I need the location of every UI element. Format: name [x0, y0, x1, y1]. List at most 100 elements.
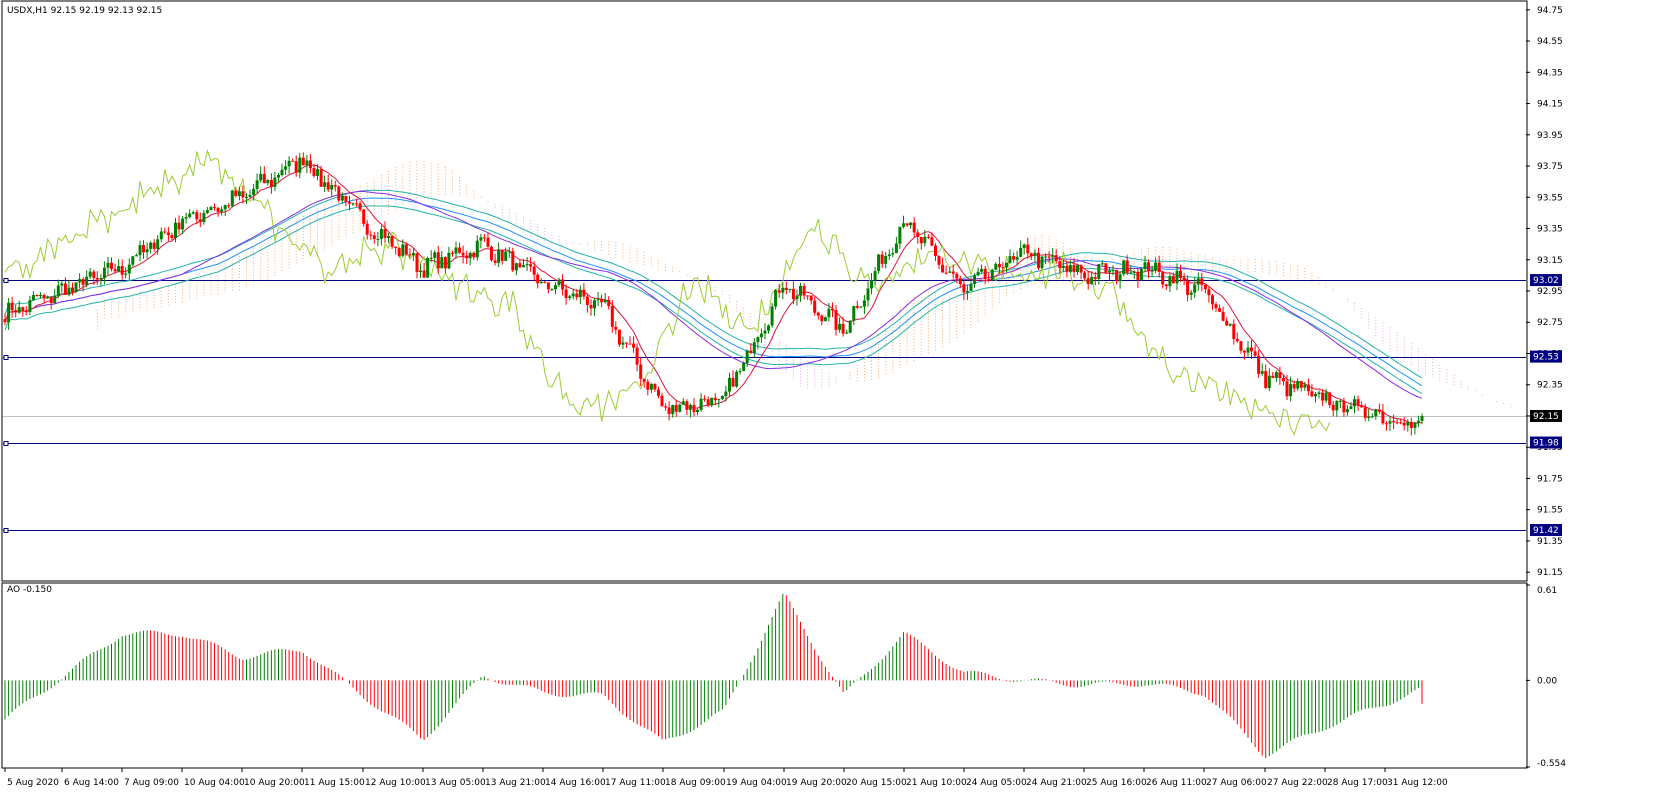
candle — [831, 302, 834, 317]
candle-body — [916, 232, 920, 237]
candle — [21, 306, 25, 317]
candle-body — [1193, 284, 1197, 293]
candle — [625, 342, 628, 348]
candle — [1235, 332, 1239, 343]
price-tick-label: 93.95 — [1537, 131, 1563, 141]
level-handle[interactable] — [3, 441, 9, 446]
candle-body — [1019, 248, 1023, 257]
candle — [1139, 266, 1143, 281]
candle-body — [1154, 262, 1158, 271]
candle — [28, 295, 32, 315]
candle-body — [202, 213, 206, 222]
candle — [394, 246, 398, 255]
candle-body — [671, 405, 675, 415]
candle — [557, 277, 561, 287]
time-tick-label: 5 Aug 2020 — [7, 778, 59, 788]
candle — [1338, 399, 1342, 409]
candle-body — [632, 343, 636, 348]
candle — [88, 268, 92, 279]
candle-body — [472, 252, 476, 258]
candle-body — [1388, 421, 1392, 424]
candle — [823, 316, 827, 322]
candle — [660, 392, 664, 407]
candle — [550, 288, 554, 291]
candle-body — [280, 169, 284, 175]
candle — [1200, 272, 1204, 292]
candle — [202, 210, 206, 225]
level-handle[interactable] — [3, 528, 9, 533]
candle-body — [720, 396, 724, 399]
candle — [458, 242, 462, 255]
candle-body — [1395, 422, 1399, 424]
level-tag: 92.53 — [1530, 350, 1562, 363]
candle — [35, 294, 39, 297]
candle — [326, 174, 330, 192]
candle-body — [1271, 375, 1275, 378]
candle — [759, 328, 763, 343]
candle — [1161, 271, 1165, 289]
candle — [1310, 384, 1314, 398]
candle-body — [401, 244, 405, 256]
candle-body — [614, 326, 618, 330]
candle-body — [873, 271, 877, 281]
candle — [490, 245, 493, 262]
candle-body — [859, 306, 863, 308]
candle-body — [60, 283, 64, 286]
candle-body — [145, 249, 149, 253]
time-tick-label: 14 Aug 16:00 — [545, 778, 606, 788]
candle — [42, 293, 46, 304]
candle-body — [1221, 311, 1225, 321]
candle — [728, 372, 731, 397]
time-tick-label: 28 Aug 17:00 — [1327, 778, 1388, 788]
time-tick-label: 24 Aug 05:00 — [966, 778, 1027, 788]
candle-body — [703, 398, 707, 400]
candle — [671, 404, 675, 418]
candle — [980, 264, 984, 274]
main-panel-frame — [1, 0, 1528, 582]
candle — [788, 288, 792, 293]
candle — [1306, 378, 1310, 396]
candle-body — [440, 257, 444, 269]
candle — [763, 323, 767, 339]
candle-body — [255, 180, 259, 189]
candle — [738, 368, 742, 375]
candle-body — [1289, 384, 1293, 397]
candle-body — [475, 240, 479, 258]
level-tag: 91.98 — [1530, 436, 1562, 449]
candle — [873, 266, 877, 286]
candle — [529, 257, 533, 272]
candle — [1218, 304, 1222, 312]
candle — [536, 272, 540, 289]
candle — [440, 251, 444, 269]
candle — [237, 186, 241, 201]
candle-body — [28, 300, 32, 312]
time-axis: 5 Aug 2020 6 Aug 14:00 7 Aug 09:00 10 Aug 0… — [4, 768, 1448, 788]
candle-body — [95, 277, 99, 280]
candle-body — [813, 300, 817, 313]
candle — [266, 179, 270, 186]
candle-body — [134, 255, 138, 257]
candle-body — [1090, 277, 1094, 285]
candle — [269, 173, 273, 194]
candle — [983, 265, 987, 284]
candle-body — [987, 279, 991, 281]
candle-body — [777, 290, 781, 293]
price-tick-label: 91.35 — [1537, 537, 1563, 547]
candle-body — [277, 175, 280, 178]
candle-body — [99, 278, 103, 280]
candle-body — [802, 286, 806, 296]
candle-body — [1065, 265, 1069, 272]
candle-body — [688, 404, 692, 410]
candle-body — [1104, 263, 1108, 273]
candle-body — [1171, 276, 1175, 284]
candle — [1370, 413, 1374, 418]
candle-body — [429, 257, 433, 259]
candle-body — [362, 209, 366, 224]
candle-body — [514, 263, 518, 271]
candle — [628, 336, 632, 345]
level-handle[interactable] — [3, 355, 9, 360]
level-handle[interactable] — [3, 278, 9, 283]
candle — [994, 262, 998, 271]
candle-body — [1157, 262, 1161, 272]
candle-body — [365, 223, 369, 235]
